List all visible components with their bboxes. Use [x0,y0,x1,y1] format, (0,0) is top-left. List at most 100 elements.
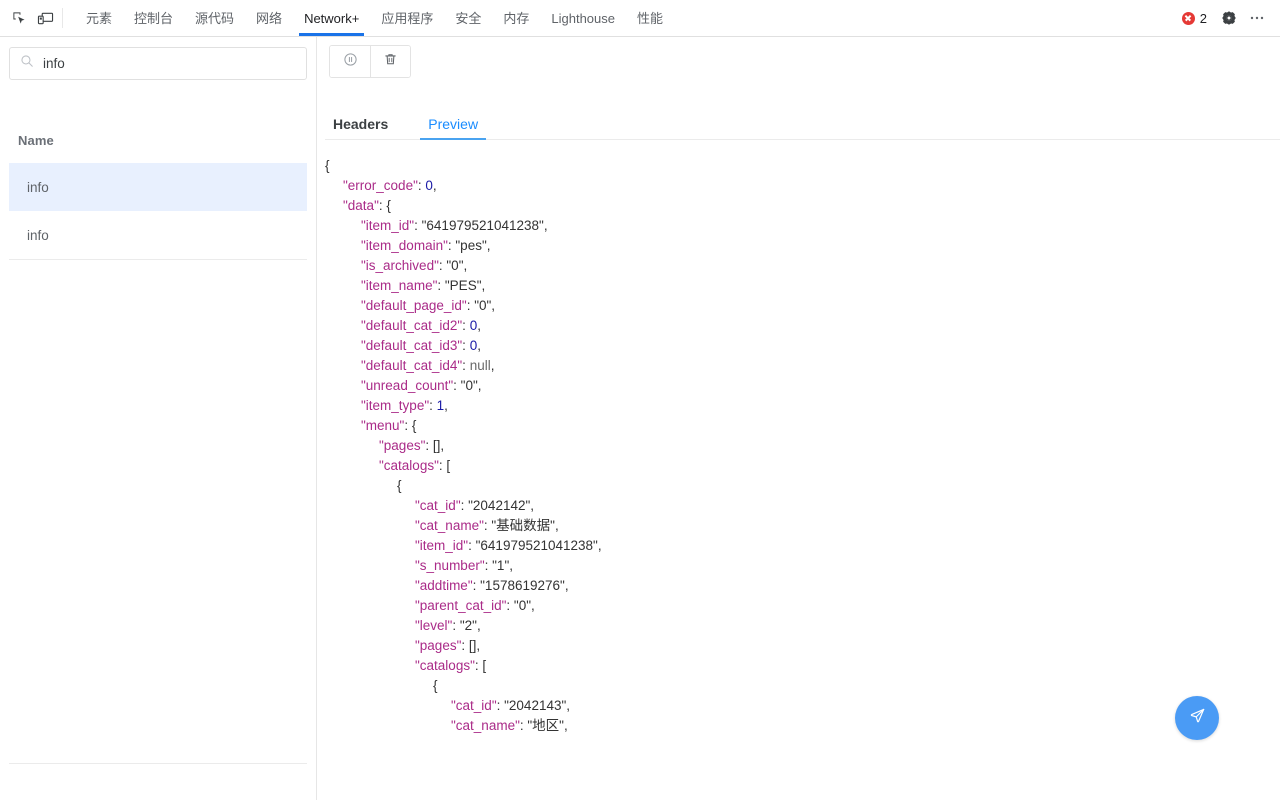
json-line: "item_id": "641979521041238", [325,536,1280,556]
detail-panel: Headers Preview {"error_code": 0, "data":… [317,37,1280,800]
tab-headers[interactable]: Headers [325,117,396,139]
json-key: "addtime" [415,578,473,593]
tab-memory[interactable]: 内存 [492,0,540,36]
json-punct: , [477,318,481,333]
trash-icon [383,52,398,72]
inspect-cursor-icon[interactable] [6,0,32,36]
json-key: "cat_name" [451,718,520,733]
json-key: "pages" [379,438,426,453]
json-punct: , [476,618,481,633]
json-punct: , [463,258,468,273]
tab-label: Headers [333,116,389,132]
json-punct: , [564,578,569,593]
json-number: 0 [425,178,433,193]
json-line: "pages": [], [325,436,1280,456]
json-line: { [325,476,1280,496]
json-key: "error_code" [343,178,418,193]
json-punct: , [597,538,602,553]
tab-label: Lighthouse [551,10,616,26]
tab-network-plus[interactable]: Network+ [293,0,370,36]
tab-label: 安全 [455,10,482,26]
json-line: "item_type": 1, [325,396,1280,416]
json-key: "default_cat_id4" [361,358,463,373]
json-punct: : [], [461,638,481,653]
request-name: info [27,179,49,195]
json-string: "641979521041238" [475,538,598,553]
json-punct: , [490,358,495,373]
json-string: "2" [459,618,477,633]
json-string: "0" [460,378,478,393]
json-line: "catalogs": [ [325,656,1280,676]
json-preview-viewer[interactable]: {"error_code": 0, "data": {"item_id": "64… [317,156,1280,764]
tab-console[interactable]: 控制台 [123,0,184,36]
json-key: "item_name" [361,278,438,293]
action-button-group [329,45,411,78]
device-toolbar-icon[interactable] [32,0,58,36]
kebab-menu-icon[interactable] [1243,0,1271,37]
json-line: "pages": [], [325,636,1280,656]
json-line: "item_id": "641979521041238", [325,216,1280,236]
json-key: "is_archived" [361,258,439,273]
tab-network[interactable]: 网络 [245,0,293,36]
pause-button[interactable] [330,46,370,77]
detail-tabs: Headers Preview [325,110,1280,140]
json-punct: { [433,678,438,693]
send-button[interactable] [1175,696,1219,740]
json-punct: : [496,698,505,713]
json-punct: , [543,218,548,233]
json-line: "parent_cat_id": "0", [325,596,1280,616]
tab-label: 源代码 [195,10,235,26]
json-line: "s_number": "1", [325,556,1280,576]
json-punct: , [477,378,482,393]
tab-label: 内存 [503,10,530,26]
search-input[interactable] [43,56,296,71]
json-punct: , [566,698,571,713]
json-string: "PES" [444,278,482,293]
json-punct: : { [404,418,417,433]
search-box[interactable] [9,47,307,80]
json-line: "default_cat_id2": 0, [325,316,1280,336]
tab-security[interactable]: 安全 [444,0,492,36]
json-punct: : [462,358,470,373]
tab-sources[interactable]: 源代码 [184,0,245,36]
json-key: "item_type" [361,398,430,413]
tab-label: 性能 [637,10,664,26]
json-punct: , [432,178,437,193]
tab-lighthouse[interactable]: Lighthouse [540,0,626,36]
json-punct: , [563,718,568,733]
list-item[interactable]: info [9,211,307,259]
json-punct: , [486,238,491,253]
tab-performance[interactable]: 性能 [626,0,674,36]
pause-circle-icon [343,52,358,72]
json-line: "unread_count": "0", [325,376,1280,396]
json-line: { [325,676,1280,696]
json-line: "cat_name": "地区", [325,716,1280,736]
list-item[interactable]: info [9,163,307,211]
clear-button[interactable] [370,46,410,77]
panel-bottom-divider [9,763,307,764]
tab-elements[interactable]: 元素 [75,0,123,36]
tab-label: 应用程序 [381,10,434,26]
json-line: "error_code": 0, [325,176,1280,196]
json-punct: : [472,578,481,593]
tab-preview[interactable]: Preview [420,117,486,140]
tab-application[interactable]: 应用程序 [370,0,444,36]
json-string: "0" [446,258,464,273]
json-punct: : [ [438,458,451,473]
json-punct: : [506,598,514,613]
json-punct: : [ [474,658,487,673]
json-key: "cat_id" [451,698,497,713]
send-paper-plane-icon [1188,706,1207,730]
json-null: null [469,358,491,373]
json-punct: : [414,218,422,233]
error-count-indicator[interactable]: 2 [1174,11,1215,26]
tab-label: Network+ [304,10,360,26]
json-line: "data": { [325,196,1280,216]
json-string: "641979521041238" [421,218,544,233]
main-body: Name info info [0,37,1280,800]
json-punct: { [325,158,330,173]
json-line: "level": "2", [325,616,1280,636]
toolbar-right-controls: 2 [1174,0,1280,36]
json-key: "default_page_id" [361,298,467,313]
gear-icon[interactable] [1215,0,1243,37]
